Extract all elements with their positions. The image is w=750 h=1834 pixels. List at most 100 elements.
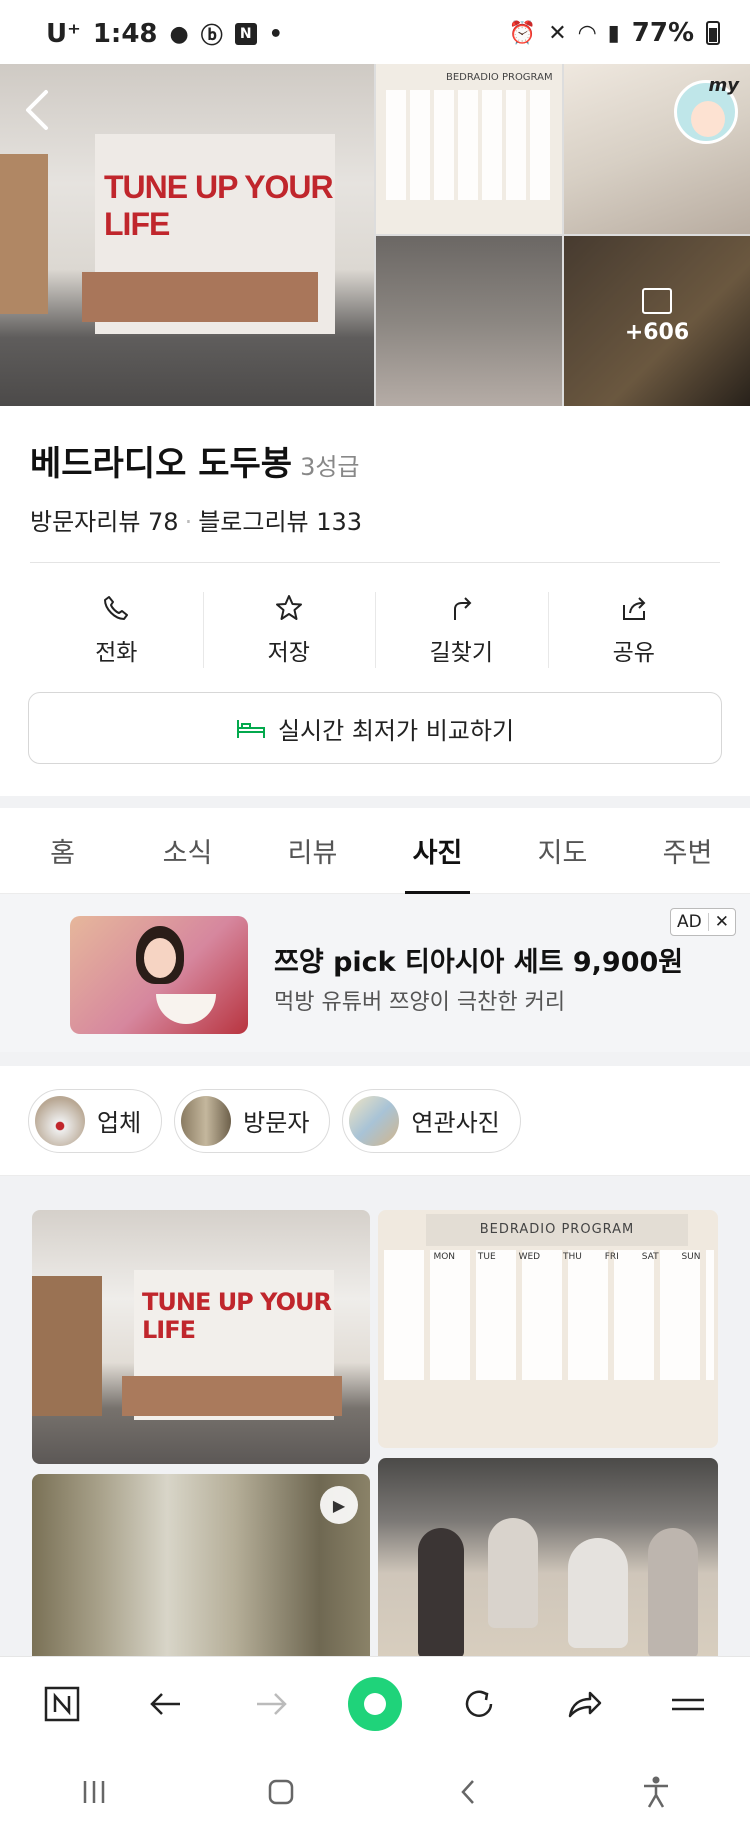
chip-business-thumbnail <box>35 1095 85 1146</box>
status-right: ⏰ ✕ ◠ ▮ 77% <box>509 18 720 48</box>
share-button[interactable]: 공유 <box>547 582 721 678</box>
person-figure <box>648 1528 698 1656</box>
wood-panel <box>0 154 48 314</box>
green-circle-inner <box>363 1692 386 1715</box>
ad-badge-separator <box>707 913 709 931</box>
chip-visitor-thumbnail <box>181 1095 232 1146</box>
day-label: FRI <box>604 1252 619 1262</box>
recent-apps-button[interactable] <box>54 1762 134 1822</box>
photo-grid: TUNE UP YOUR LIFE BEDRADIO PROGRAM MON T… <box>0 1192 750 1656</box>
wood-table <box>82 272 318 322</box>
my-avatar-button[interactable]: my <box>674 75 739 144</box>
arrow-left-icon <box>150 1692 181 1715</box>
slogan-text: TUNE UP YOUR LIFE <box>104 169 334 242</box>
blog-reviews-link[interactable]: 블로그리뷰 133 <box>198 508 362 536</box>
signal-icon: ▮ <box>607 20 620 46</box>
chip-related[interactable]: 연관사진 <box>342 1088 521 1153</box>
tab-news[interactable]: 소식 <box>125 808 250 893</box>
back-button[interactable] <box>22 88 52 140</box>
chat-bubble-icon: ● <box>169 21 189 47</box>
reload-icon <box>466 1690 493 1717</box>
green-dot-button[interactable] <box>345 1674 405 1734</box>
home-square-icon <box>269 1779 294 1805</box>
battery-icon <box>706 21 720 45</box>
hero-photo-studio[interactable] <box>376 236 562 406</box>
program-days: MON TUE WED THU FRI SAT SUN <box>422 1252 712 1262</box>
chip-visitor[interactable]: 방문자 <box>174 1088 331 1153</box>
accessibility-icon <box>644 1776 669 1808</box>
accessibility-button[interactable] <box>616 1762 696 1822</box>
price-compare-label: 실시간 최저가 비교하기 <box>277 716 515 745</box>
separator-dot: · <box>184 508 193 536</box>
place-info: 베드라디오 도두봉 3성급 방문자리뷰 78 · 블로그리뷰 133 전화 저장 길찾… <box>0 406 750 796</box>
avatar-face <box>691 101 725 137</box>
call-button[interactable]: 전화 <box>30 582 203 678</box>
mute-icon: ✕ <box>548 20 567 46</box>
program-banner: BEDRADIO PROGRAM <box>426 1214 688 1246</box>
photo-item-yoga[interactable] <box>378 1458 718 1656</box>
back-nav-button[interactable] <box>136 1674 196 1734</box>
ad-banner[interactable]: 쯔양 pick 티아시아 세트 9,900원 먹방 유튜버 쯔양이 극찬한 커리… <box>0 894 750 1052</box>
menu-button[interactable] <box>658 1674 718 1734</box>
carrier-label: U⁺ <box>46 19 81 49</box>
hero-photo-program[interactable]: BEDRADIO PROGRAM <box>376 64 562 234</box>
photo-slogan: TUNE UP YOUR LIFE <box>142 1288 332 1344</box>
hero-photo-more[interactable]: +606 <box>564 236 750 406</box>
status-bar: U⁺ 1:48 ● ⓑ N • ⏰ ✕ ◠ ▮ 77% <box>0 0 750 64</box>
home-button[interactable] <box>241 1762 321 1822</box>
program-table <box>384 1250 714 1380</box>
directions-button[interactable]: 길찾기 <box>375 582 548 678</box>
photo-item-program[interactable]: BEDRADIO PROGRAM MON TUE WED THU FRI SAT… <box>378 1210 718 1448</box>
reload-button[interactable] <box>449 1674 509 1734</box>
tab-reviews[interactable]: 리뷰 <box>250 808 375 893</box>
section-gap <box>0 1176 750 1192</box>
tab-home[interactable]: 홈 <box>0 808 125 893</box>
ad-subtitle: 먹방 유튜버 쯔양이 극찬한 커리 <box>274 990 566 1015</box>
wifi-icon: ◠ <box>578 20 596 46</box>
place-grade: 3성급 <box>300 453 360 481</box>
day-label: WED <box>518 1252 541 1262</box>
hero-photo-grid: TUNE UP YOUR LIFE BEDRADIO PROGRAM +606 … <box>0 64 750 406</box>
program-title: BEDRADIO PROGRAM <box>446 72 553 83</box>
day-label: SUN <box>681 1252 701 1262</box>
photo-door <box>32 1276 102 1416</box>
chip-business[interactable]: 업체 <box>28 1088 163 1153</box>
tab-photos[interactable]: 사진 <box>375 808 500 894</box>
place-name: 베드라디오 도두봉 <box>30 444 293 484</box>
my-label: my <box>708 75 740 96</box>
photo-item[interactable]: TUNE UP YOUR LIFE <box>32 1210 370 1464</box>
star-icon <box>275 595 302 620</box>
program-grid <box>386 90 552 200</box>
section-gap <box>0 1052 750 1066</box>
tab-map[interactable]: 지도 <box>500 808 625 893</box>
tab-bar: 홈 소식 리뷰 사진 지도 주변 <box>0 808 750 894</box>
call-label: 전화 <box>95 640 138 666</box>
chip-related-label: 연관사진 <box>411 1109 500 1137</box>
alarm-icon: ⏰ <box>508 20 537 46</box>
visitor-reviews-link[interactable]: 방문자리뷰 78 <box>30 508 179 536</box>
person-figure <box>488 1518 538 1628</box>
review-summary: 방문자리뷰 78 · 블로그리뷰 133 <box>30 502 362 537</box>
directions-label: 길찾기 <box>429 640 493 666</box>
system-back-button[interactable] <box>429 1762 509 1822</box>
price-compare-button[interactable]: 실시간 최저가 비교하기 <box>28 692 722 764</box>
share-icon <box>622 597 646 620</box>
share-arrow-icon <box>568 1691 601 1717</box>
dot-icon: • <box>268 21 283 47</box>
ad-close-icon[interactable]: ✕ <box>715 912 729 932</box>
photo-item-video[interactable]: ▶ <box>32 1474 370 1656</box>
chip-related-thumbnail <box>349 1095 400 1146</box>
naver-home-button[interactable] <box>32 1674 92 1734</box>
tab-nearby[interactable]: 주변 <box>625 808 750 893</box>
more-photos-count: +606 <box>624 320 690 345</box>
share-nav-button[interactable] <box>554 1674 614 1734</box>
save-button[interactable]: 저장 <box>202 582 376 678</box>
person-figure <box>418 1528 464 1656</box>
arrow-right-icon <box>256 1692 287 1715</box>
status-left: U⁺ 1:48 ● ⓑ N • <box>46 18 283 50</box>
day-label: THU <box>563 1252 582 1262</box>
forward-nav-button[interactable] <box>241 1674 301 1734</box>
hero-main-photo[interactable]: TUNE UP YOUR LIFE <box>0 64 374 406</box>
photo-filter-chips: 업체 방문자 연관사진 <box>0 1066 750 1176</box>
play-icon[interactable]: ▶ <box>320 1486 358 1524</box>
